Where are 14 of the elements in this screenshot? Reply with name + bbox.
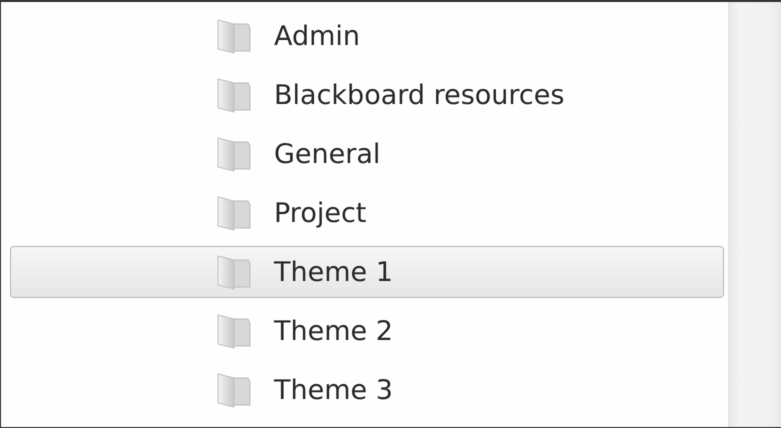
folder-name: Admin xyxy=(274,20,360,52)
folder-name: Theme 3 xyxy=(274,374,393,406)
folder-item[interactable]: Project xyxy=(10,187,724,239)
folder-item[interactable]: Admin xyxy=(10,10,724,62)
folder-name: General xyxy=(274,138,380,170)
folder-item[interactable]: Theme 3 xyxy=(10,364,724,416)
folder-name: Theme 2 xyxy=(274,316,393,346)
folder-item[interactable]: Blackboard resources xyxy=(10,69,724,121)
folder-name: Project xyxy=(274,198,366,228)
folder-name: Theme 1 xyxy=(274,256,393,288)
folder-item[interactable]: General xyxy=(10,128,724,180)
folder-name: Blackboard resources xyxy=(274,80,564,110)
folder-item[interactable]: Theme 2 xyxy=(10,305,724,357)
folder-item[interactable]: Theme 1 xyxy=(10,246,724,298)
